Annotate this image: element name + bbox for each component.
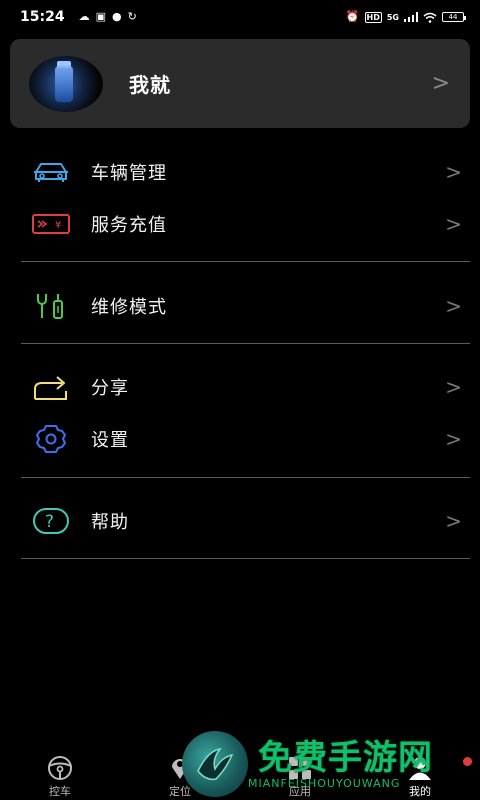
divider xyxy=(21,343,470,344)
nav-item-control[interactable]: 控车 xyxy=(0,748,120,800)
chevron-right-icon: > xyxy=(445,294,462,318)
chevron-right-icon: > xyxy=(445,375,462,399)
status-right: ⏰ HD 5G 44 xyxy=(345,10,466,23)
alarm-icon: ⏰ xyxy=(345,10,360,23)
menu-label: 分享 xyxy=(91,378,129,399)
chevron-right-icon: > xyxy=(445,160,462,184)
menu-item-settings[interactable]: 设置 > xyxy=(0,419,480,459)
hd-badge: HD xyxy=(364,11,382,23)
avatar[interactable] xyxy=(29,55,103,112)
menu-item-help[interactable]: ? 帮助 > xyxy=(0,501,480,541)
help-icon: ? xyxy=(31,506,71,536)
wifi-icon xyxy=(423,12,437,23)
status-bar: 15:24 ☁ ▣ ● ↻ ⏰ HD 5G 44 xyxy=(0,0,480,34)
steering-wheel-icon xyxy=(44,754,76,782)
menu-label: 设置 xyxy=(91,430,129,451)
battery-level: 44 xyxy=(448,13,458,21)
svg-text:?: ? xyxy=(45,512,54,532)
watermark-logo xyxy=(182,731,248,797)
nav-label: 控车 xyxy=(49,785,71,798)
menu-item-maintenance-mode[interactable]: 维修模式 > xyxy=(0,286,480,326)
share-icon xyxy=(31,372,71,402)
divider xyxy=(21,558,470,559)
status-left: 15:24 ☁ ▣ ● ↻ xyxy=(20,9,137,25)
car-icon xyxy=(31,157,71,187)
status-time: 15:24 xyxy=(20,9,65,25)
menu-label: 维修模式 xyxy=(91,297,167,318)
menu-label: 车辆管理 xyxy=(91,163,167,184)
menu-item-share[interactable]: 分享 > xyxy=(0,367,480,407)
battery-icon: 44 xyxy=(442,12,466,22)
network-label: 5G xyxy=(386,12,399,22)
divider xyxy=(21,477,470,478)
divider xyxy=(21,261,470,262)
profile-card[interactable]: 我就 > xyxy=(10,39,470,128)
menu-label: 帮助 xyxy=(91,512,129,533)
profile-name: 我就 xyxy=(129,73,171,97)
menu-item-service-recharge[interactable]: ¥ 服务充值 > xyxy=(0,204,480,244)
menu-label: 服务充值 xyxy=(91,215,167,236)
chat-icon: ● xyxy=(111,10,122,23)
sync-icon: ↻ xyxy=(127,10,137,23)
app-icon: ☁ xyxy=(78,10,90,23)
watermark-subtitle: MIANFEISHOUYOUWANG xyxy=(248,776,401,790)
wrench-icon xyxy=(31,291,71,321)
chevron-right-icon: > xyxy=(445,212,462,236)
chevron-right-icon: > xyxy=(445,427,462,451)
signal-icon xyxy=(404,12,418,22)
chevron-right-icon: > xyxy=(431,71,450,96)
svg-text:¥: ¥ xyxy=(55,220,61,231)
gear-icon xyxy=(31,424,71,454)
ticket-icon: ¥ xyxy=(31,209,71,239)
chevron-right-icon: > xyxy=(445,509,462,533)
watermark: 免费手游网 MIANFEISHOUYOUWANG xyxy=(182,728,480,800)
photo-icon: ▣ xyxy=(95,10,106,23)
menu-item-vehicle-management[interactable]: 车辆管理 > xyxy=(0,152,480,192)
watermark-title: 免费手游网 xyxy=(258,737,433,778)
